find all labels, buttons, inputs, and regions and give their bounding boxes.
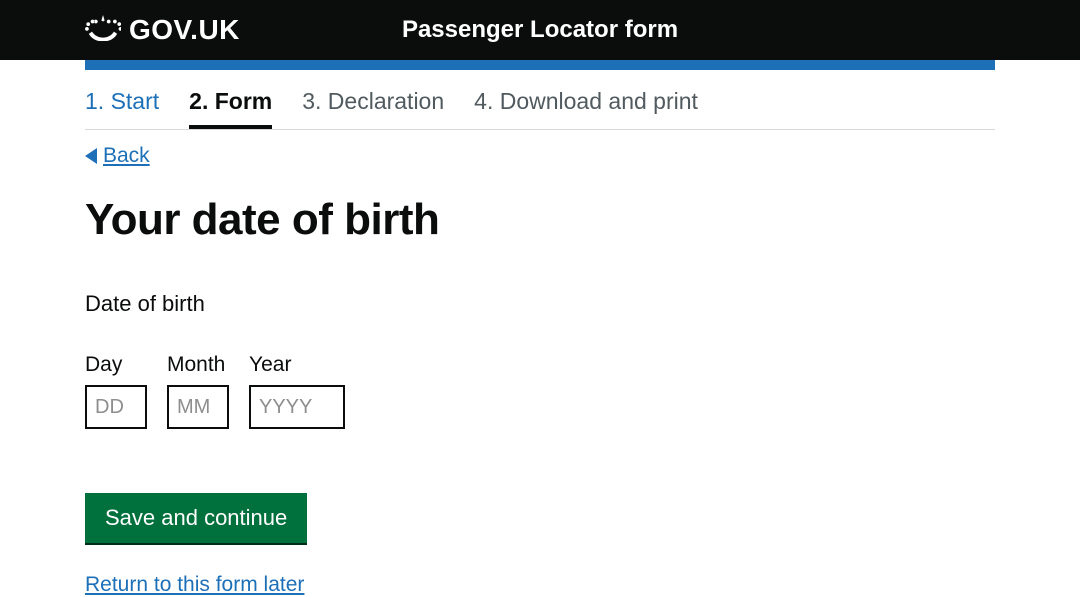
step-declaration: 3. Declaration [302,88,444,115]
header-accent-bar [85,60,995,70]
save-continue-button[interactable]: Save and continue [85,493,307,543]
progress-steps: 1. Start 2. Form 3. Declaration 4. Downl… [85,88,995,130]
month-label: Month [167,353,229,377]
back-link[interactable]: Back [85,144,150,168]
logo-text: GOV.UK [129,14,240,46]
year-input[interactable] [249,385,345,429]
step-form[interactable]: 2. Form [189,88,272,115]
fieldset-legend: Date of birth [85,291,995,317]
year-group: Year [249,353,345,429]
service-title: Passenger Locator form [402,16,678,44]
back-arrow-icon [85,148,97,164]
year-label: Year [249,353,345,377]
govuk-logo[interactable]: GOV.UK [85,14,240,46]
day-group: Day [85,353,147,429]
day-input[interactable] [85,385,147,429]
page-title: Your date of birth [85,195,995,245]
month-group: Month [167,353,229,429]
site-header: GOV.UK Passenger Locator form [0,0,1080,60]
step-start[interactable]: 1. Start [85,88,159,115]
date-of-birth-fieldset: Day Month Year [85,353,995,429]
back-link-text: Back [103,144,150,168]
month-input[interactable] [167,385,229,429]
day-label: Day [85,353,147,377]
crown-icon [85,15,121,45]
return-later-link[interactable]: Return to this form later [85,573,304,597]
step-download: 4. Download and print [474,88,698,115]
